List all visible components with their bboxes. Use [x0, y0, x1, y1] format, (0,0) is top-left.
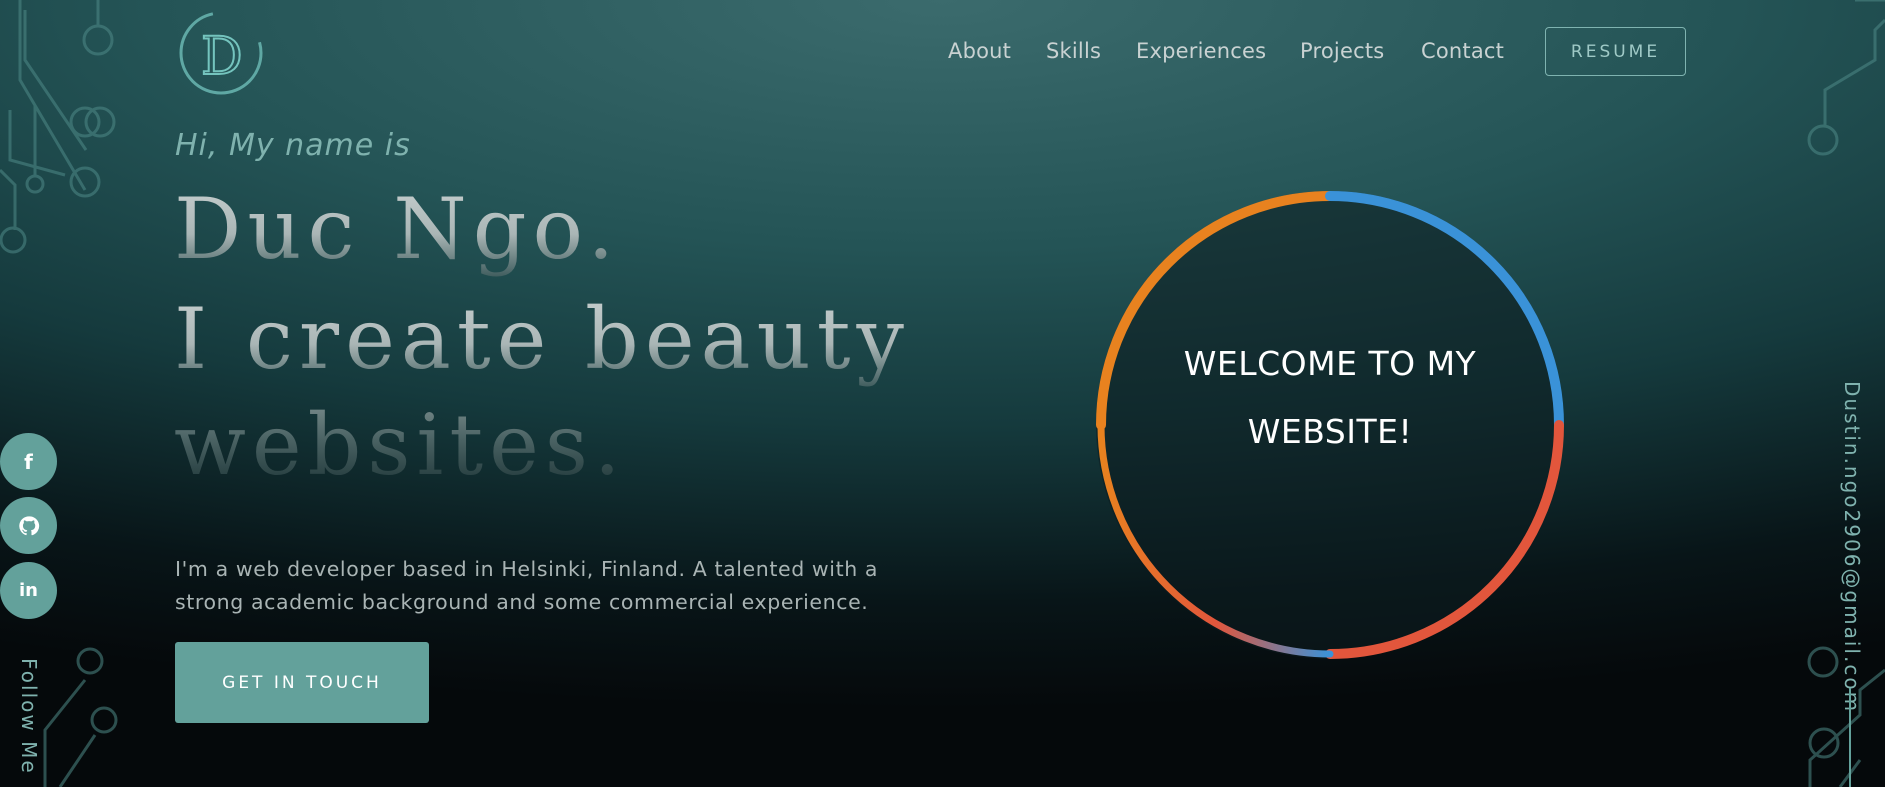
- welcome-line-2: WEBSITE!: [1247, 412, 1413, 451]
- bio-text: I'm a web developer based in Helsinki, F…: [175, 557, 879, 614]
- nav-projects[interactable]: Projects: [1300, 39, 1384, 63]
- hero-tagline: I create beauty: [174, 290, 910, 388]
- welcome-text: WELCOME TO MY WEBSITE!: [1150, 330, 1510, 466]
- nav-skills[interactable]: Skills: [1046, 39, 1101, 63]
- follow-me-label: Follow Me: [17, 658, 41, 775]
- nav-experiences[interactable]: Experiences: [1136, 39, 1266, 63]
- get-in-touch-button[interactable]: GET IN TOUCH: [175, 642, 429, 723]
- welcome-line-1: WELCOME TO MY: [1183, 344, 1477, 383]
- nav-about[interactable]: About: [948, 39, 1011, 63]
- facebook-link[interactable]: f: [0, 433, 57, 490]
- resume-button[interactable]: RESUME: [1545, 27, 1686, 76]
- greeting: Hi, My name is: [175, 128, 411, 163]
- hero-tagline-faded: websites.: [174, 396, 627, 494]
- email-divider: [1849, 688, 1851, 787]
- nav-contact[interactable]: Contact: [1421, 39, 1504, 63]
- github-link[interactable]: [0, 497, 57, 554]
- github-icon: [18, 515, 39, 535]
- linkedin-icon: in: [19, 580, 38, 601]
- linkedin-link[interactable]: in: [0, 562, 57, 619]
- email-link[interactable]: Dustin.ngo2906@gmail.com: [1840, 381, 1864, 713]
- hero-name: Duc Ngo.: [174, 180, 621, 278]
- facebook-icon: f: [24, 449, 33, 474]
